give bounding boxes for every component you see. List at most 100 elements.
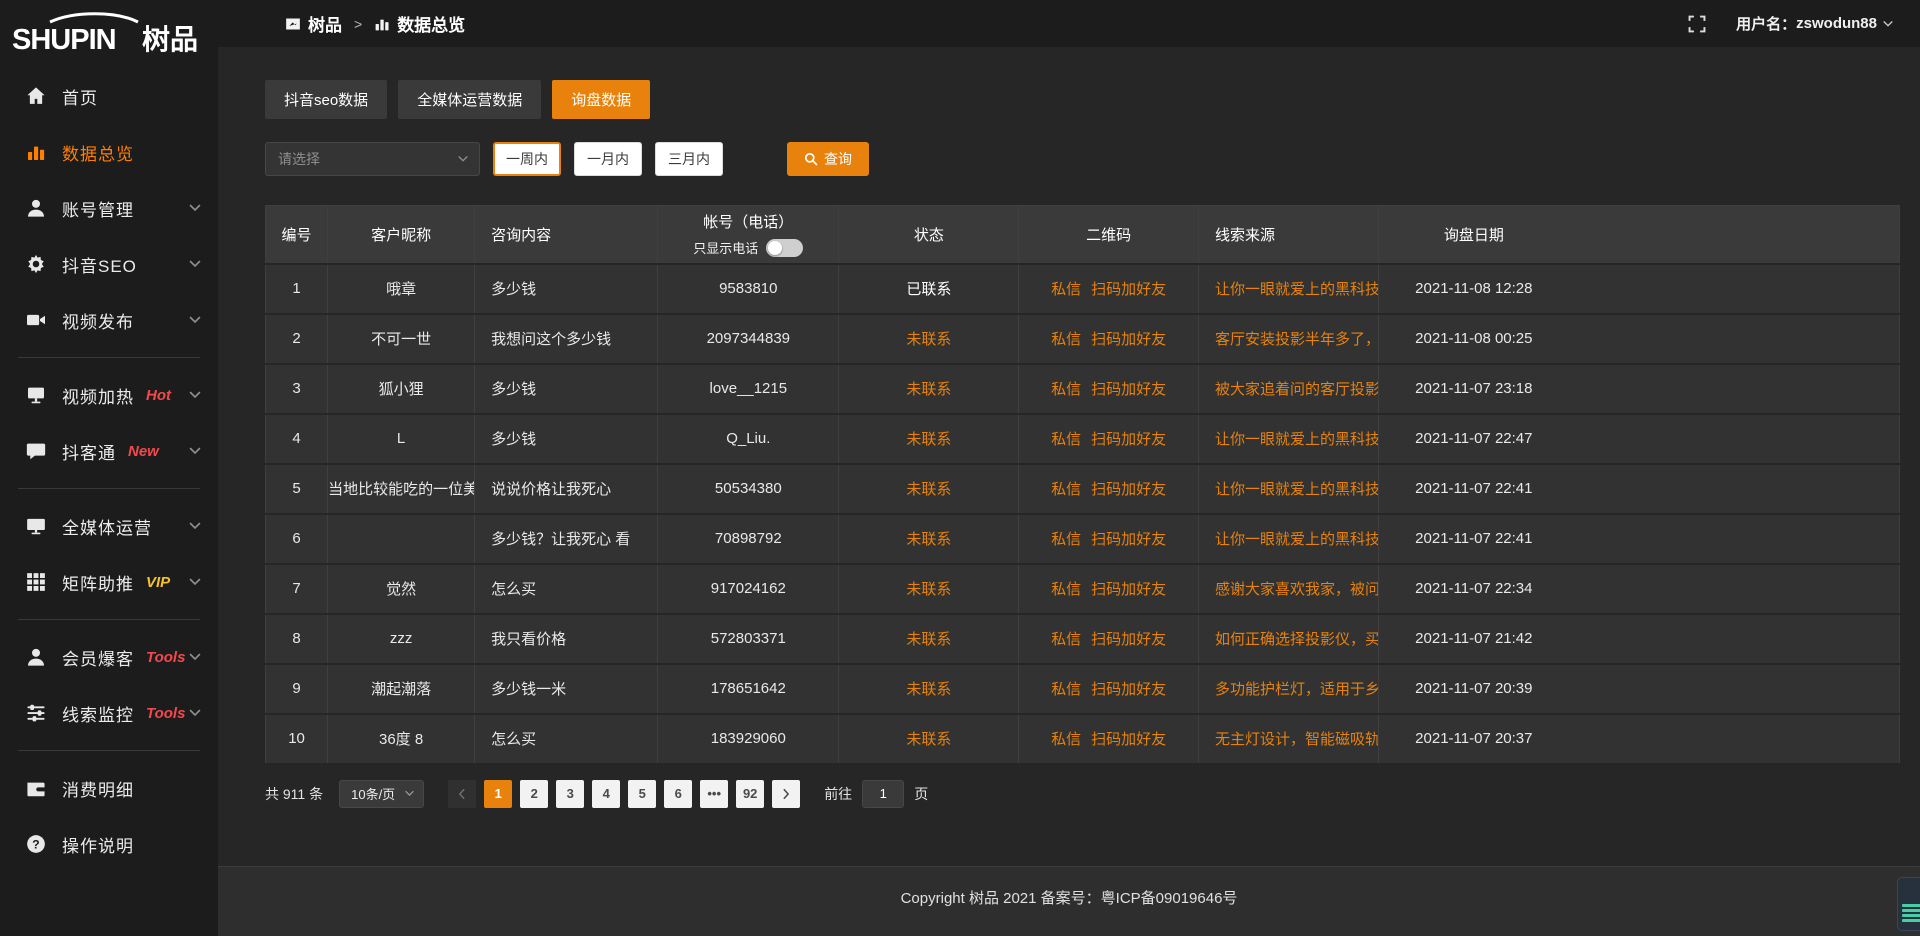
scan-add-friend-link[interactable]: 扫码加好友 bbox=[1091, 531, 1166, 548]
pagination-more[interactable]: ••• bbox=[700, 780, 728, 808]
cell-status: 未联系 bbox=[839, 414, 1019, 464]
sidebar-item-operation-guide[interactable]: ?操作说明 bbox=[0, 816, 218, 872]
private-message-link[interactable]: 私信 bbox=[1051, 381, 1081, 398]
private-message-link[interactable]: 私信 bbox=[1051, 331, 1081, 348]
cell-account: 70898792 bbox=[658, 514, 839, 564]
private-message-link[interactable]: 私信 bbox=[1051, 581, 1081, 598]
page-button-1[interactable]: 1 bbox=[484, 780, 512, 808]
cell-source[interactable]: 如何正确选择投影仪，买投影... bbox=[1198, 614, 1378, 664]
sidebar-item-matrix-boost[interactable]: 矩阵助推VIP bbox=[0, 554, 218, 610]
table-row: 6多少钱？让我死心 看70898792未联系私信扫码加好友让你一眼就爱上的黑科技… bbox=[266, 514, 1900, 564]
sidebar-item-video-publish[interactable]: 视频发布 bbox=[0, 292, 218, 348]
filter-select[interactable]: 请选择 bbox=[265, 142, 480, 176]
sidebar-item-member-baoke[interactable]: 会员爆客Tools bbox=[0, 629, 218, 685]
goto-label: 前往 bbox=[824, 784, 852, 804]
tab-omni-media-data[interactable]: 全媒体运营数据 bbox=[398, 80, 541, 119]
scan-add-friend-link[interactable]: 扫码加好友 bbox=[1091, 331, 1166, 348]
period-button-three-months[interactable]: 三月内 bbox=[655, 142, 723, 176]
private-message-link[interactable]: 私信 bbox=[1051, 631, 1081, 648]
main-column: 树品 > 数据总览 用户名： zswodun88 抖音seo数据全媒体运营数据询… bbox=[218, 0, 1920, 936]
cell-source[interactable]: 多功能护栏灯，适用于乡村文... bbox=[1198, 664, 1378, 714]
breadcrumb: 树品 > 数据总览 bbox=[285, 11, 465, 36]
cell-source[interactable]: 无主灯设计，智能磁吸轨道灯... bbox=[1198, 714, 1378, 764]
filter-select-placeholder: 请选择 bbox=[278, 149, 320, 169]
private-message-link[interactable]: 私信 bbox=[1051, 681, 1081, 698]
scan-add-friend-link[interactable]: 扫码加好友 bbox=[1091, 381, 1166, 398]
sidebar-item-clue-monitor[interactable]: 线索监控Tools bbox=[0, 685, 218, 741]
private-message-link[interactable]: 私信 bbox=[1051, 431, 1081, 448]
cell-source[interactable]: 感谢大家喜欢我家，被问了好... bbox=[1198, 564, 1378, 614]
scan-add-friend-link[interactable]: 扫码加好友 bbox=[1091, 681, 1166, 698]
fullscreen-icon[interactable] bbox=[1688, 15, 1706, 33]
tab-douyin-seo-data[interactable]: 抖音seo数据 bbox=[265, 80, 387, 119]
sidebar-item-data-overview[interactable]: 数据总览 bbox=[0, 124, 218, 180]
previous-page-button[interactable] bbox=[448, 780, 476, 808]
cell-account: 50534380 bbox=[658, 464, 839, 514]
breadcrumb-page[interactable]: 数据总览 bbox=[374, 11, 465, 36]
phone-only-toggle[interactable] bbox=[766, 239, 803, 257]
cell-number: 5 bbox=[266, 464, 328, 514]
cell-source[interactable]: 让你一眼就爱上的黑科技，能... bbox=[1198, 264, 1378, 314]
cell-number: 1 bbox=[266, 264, 328, 314]
sidebar-item-consumption-detail[interactable]: 消费明细 bbox=[0, 760, 218, 816]
page-button-2[interactable]: 2 bbox=[520, 780, 548, 808]
goto-page-input[interactable] bbox=[862, 780, 904, 808]
sidebar-item-account-management[interactable]: 账号管理 bbox=[0, 180, 218, 236]
breadcrumb-separator: > bbox=[354, 16, 362, 32]
page-button-3[interactable]: 3 bbox=[556, 780, 584, 808]
cell-source[interactable]: 让你一眼就爱上的黑科技，能... bbox=[1198, 414, 1378, 464]
chevron-down-icon bbox=[188, 313, 202, 327]
cell-source[interactable]: 客厅安装投影半年多了，真实... bbox=[1198, 314, 1378, 364]
tab-inquiry-data[interactable]: 询盘数据 bbox=[552, 80, 650, 119]
page-button-6[interactable]: 6 bbox=[664, 780, 692, 808]
sidebar-item-douketong[interactable]: 抖客通New bbox=[0, 423, 218, 479]
chevron-down-icon bbox=[188, 575, 202, 589]
toggle-knob bbox=[768, 241, 782, 255]
cell-source[interactable]: 被大家追着问的客厅投影分享... bbox=[1198, 364, 1378, 414]
private-message-link[interactable]: 私信 bbox=[1051, 481, 1081, 498]
breadcrumb-app[interactable]: 树品 bbox=[285, 11, 342, 36]
cell-date: 2021-11-07 22:41 bbox=[1378, 514, 1899, 564]
page-button-5[interactable]: 5 bbox=[628, 780, 656, 808]
sidebar-item-home[interactable]: 首页 bbox=[0, 68, 218, 124]
sidebar-item-label: 账号管理 bbox=[62, 196, 134, 221]
user-menu[interactable]: 用户名： zswodun88 bbox=[1736, 13, 1894, 34]
page-size-select[interactable]: 10条/页 bbox=[339, 780, 424, 808]
cell-source[interactable]: 让你一眼就爱上的黑科技，能... bbox=[1198, 464, 1378, 514]
column-header-number: 编号 bbox=[266, 206, 328, 264]
page-button-92[interactable]: 92 bbox=[736, 780, 764, 808]
cell-number: 10 bbox=[266, 714, 328, 764]
scan-add-friend-link[interactable]: 扫码加好友 bbox=[1091, 281, 1166, 298]
private-message-link[interactable]: 私信 bbox=[1051, 531, 1081, 548]
chat-widget[interactable] bbox=[1897, 877, 1920, 931]
username-label: 用户名： bbox=[1736, 13, 1796, 34]
scan-add-friend-link[interactable]: 扫码加好友 bbox=[1091, 581, 1166, 598]
scan-add-friend-link[interactable]: 扫码加好友 bbox=[1091, 431, 1166, 448]
sidebar-item-douyin-seo[interactable]: 抖音SEO bbox=[0, 236, 218, 292]
cell-qrcode: 私信扫码加好友 bbox=[1019, 664, 1199, 714]
cell-date: 2021-11-08 00:25 bbox=[1378, 314, 1899, 364]
cell-number: 4 bbox=[266, 414, 328, 464]
scan-add-friend-link[interactable]: 扫码加好友 bbox=[1091, 631, 1166, 648]
brand-logo[interactable]: SHUPIN 树品 bbox=[0, 0, 218, 58]
cell-account: 183929060 bbox=[658, 714, 839, 764]
sidebar-item-omni-media[interactable]: 全媒体运营 bbox=[0, 498, 218, 554]
chevron-down-icon bbox=[188, 519, 202, 533]
scan-add-friend-link[interactable]: 扫码加好友 bbox=[1091, 731, 1166, 748]
sidebar-item-video-heating[interactable]: 视频加热Hot bbox=[0, 367, 218, 423]
next-page-button[interactable] bbox=[772, 780, 800, 808]
breadcrumb-page-label: 数据总览 bbox=[397, 11, 465, 36]
scan-add-friend-link[interactable]: 扫码加好友 bbox=[1091, 481, 1166, 498]
period-button-one-month[interactable]: 一月内 bbox=[574, 142, 642, 176]
period-button-one-week[interactable]: 一周内 bbox=[493, 142, 561, 176]
cell-content: 多少钱 bbox=[475, 364, 658, 414]
sidebar-nav: 首页数据总览账号管理抖音SEO视频发布视频加热Hot抖客通New 全媒体运营矩阵助… bbox=[0, 58, 218, 872]
username-value: zswodun88 bbox=[1796, 15, 1877, 32]
page-button-4[interactable]: 4 bbox=[592, 780, 620, 808]
private-message-link[interactable]: 私信 bbox=[1051, 281, 1081, 298]
sidebar-item-badge: Tools bbox=[146, 649, 185, 666]
private-message-link[interactable]: 私信 bbox=[1051, 731, 1081, 748]
logo-brand-text: SHUPIN bbox=[12, 24, 116, 55]
search-button[interactable]: 查询 bbox=[787, 142, 869, 176]
cell-source[interactable]: 让你一眼就爱上的黑科技，能... bbox=[1198, 514, 1378, 564]
